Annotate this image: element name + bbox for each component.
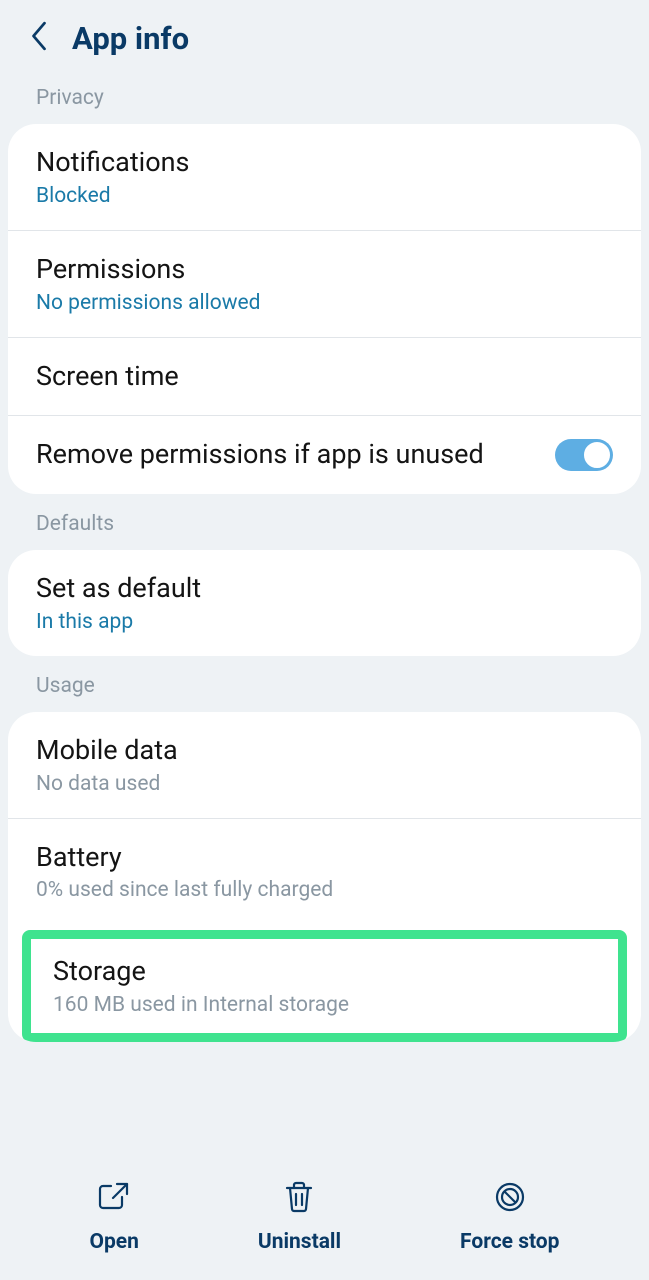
uninstall-label: Uninstall xyxy=(258,1230,341,1254)
row-title: Mobile data xyxy=(36,734,613,768)
row-sub: No permissions allowed xyxy=(36,291,613,315)
no-entry-icon xyxy=(493,1180,527,1220)
back-icon[interactable] xyxy=(28,18,50,58)
section-label-usage: Usage xyxy=(0,656,649,712)
row-title: Set as default xyxy=(36,572,613,606)
row-remove-permissions[interactable]: Remove permissions if app is unused xyxy=(8,415,641,494)
card-usage: Mobile data No data used Battery 0% used… xyxy=(8,712,641,1042)
card-privacy: Notifications Blocked Permissions No per… xyxy=(8,124,641,494)
row-title: Battery xyxy=(36,841,613,875)
uninstall-button[interactable]: Uninstall xyxy=(258,1180,341,1254)
section-label-privacy: Privacy xyxy=(0,68,649,124)
toggle-knob xyxy=(583,441,611,469)
open-label: Open xyxy=(89,1230,138,1254)
card-defaults: Set as default In this app xyxy=(8,550,641,656)
highlight-storage: Storage 160 MB used in Internal storage xyxy=(22,930,627,1042)
row-title: Storage xyxy=(53,955,596,989)
row-battery[interactable]: Battery 0% used since last fully charged xyxy=(8,818,641,925)
row-permissions[interactable]: Permissions No permissions allowed xyxy=(8,230,641,337)
row-mobile-data[interactable]: Mobile data No data used xyxy=(8,712,641,818)
open-icon xyxy=(97,1180,131,1220)
bottom-bar: Open Uninstall Force stop xyxy=(0,1162,649,1280)
open-button[interactable]: Open xyxy=(89,1180,138,1254)
row-title: Notifications xyxy=(36,146,613,180)
toggle-remove-permissions[interactable] xyxy=(555,439,613,471)
trash-icon xyxy=(282,1180,316,1220)
row-set-default[interactable]: Set as default In this app xyxy=(8,550,641,656)
row-sub: Blocked xyxy=(36,184,613,208)
row-storage[interactable]: Storage 160 MB used in Internal storage xyxy=(31,939,618,1033)
row-sub: No data used xyxy=(36,772,613,796)
row-title: Permissions xyxy=(36,253,613,287)
row-title: Remove permissions if app is unused xyxy=(36,438,535,472)
row-screen-time[interactable]: Screen time xyxy=(8,337,641,416)
section-label-defaults: Defaults xyxy=(0,494,649,550)
force-stop-button[interactable]: Force stop xyxy=(460,1180,559,1254)
page-title: App info xyxy=(72,20,189,57)
row-sub: 0% used since last fully charged xyxy=(36,878,613,902)
row-sub: In this app xyxy=(36,610,613,634)
row-title: Screen time xyxy=(36,360,613,394)
header: App info xyxy=(0,0,649,68)
row-sub: 160 MB used in Internal storage xyxy=(53,993,596,1017)
row-notifications[interactable]: Notifications Blocked xyxy=(8,124,641,230)
force-stop-label: Force stop xyxy=(460,1230,559,1254)
